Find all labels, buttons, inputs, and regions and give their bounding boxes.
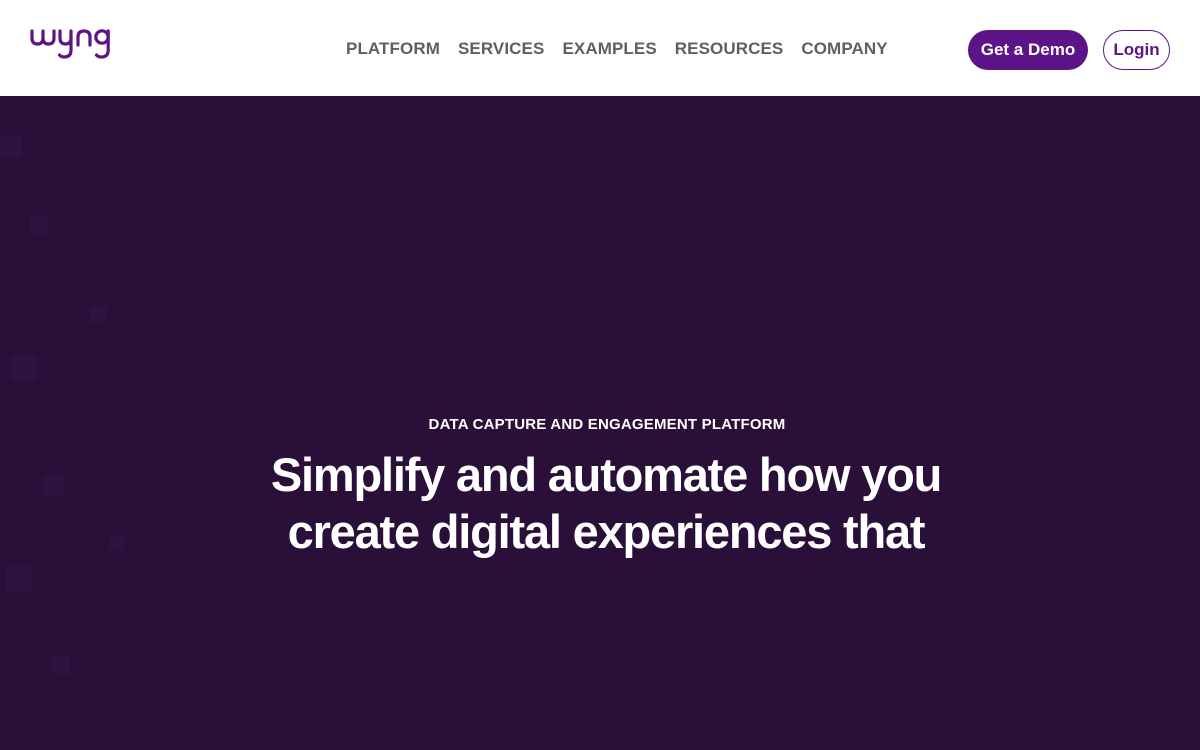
login-button[interactable]: Login bbox=[1103, 30, 1170, 70]
hero-section: DATA CAPTURE AND ENGAGEMENT PLATFORM Sim… bbox=[0, 96, 1200, 750]
get-a-demo-button[interactable]: Get a Demo bbox=[968, 30, 1088, 70]
nav-item-resources[interactable]: RESOURCES bbox=[675, 38, 784, 60]
nav-item-platform[interactable]: PLATFORM bbox=[346, 38, 440, 60]
hero-headline: Simplify and automate how you create dig… bbox=[270, 448, 942, 558]
site-header: PLATFORM SERVICES EXAMPLES RESOURCES COM… bbox=[0, 0, 1200, 96]
wyng-logo[interactable] bbox=[30, 26, 138, 62]
nav-item-services[interactable]: SERVICES bbox=[458, 38, 544, 60]
nav-item-company[interactable]: COMPANY bbox=[801, 38, 887, 60]
hero-eyebrow: DATA CAPTURE AND ENGAGEMENT PLATFORM bbox=[428, 416, 786, 433]
nav-item-examples[interactable]: EXAMPLES bbox=[562, 38, 656, 60]
main-nav: PLATFORM SERVICES EXAMPLES RESOURCES COM… bbox=[346, 38, 906, 60]
